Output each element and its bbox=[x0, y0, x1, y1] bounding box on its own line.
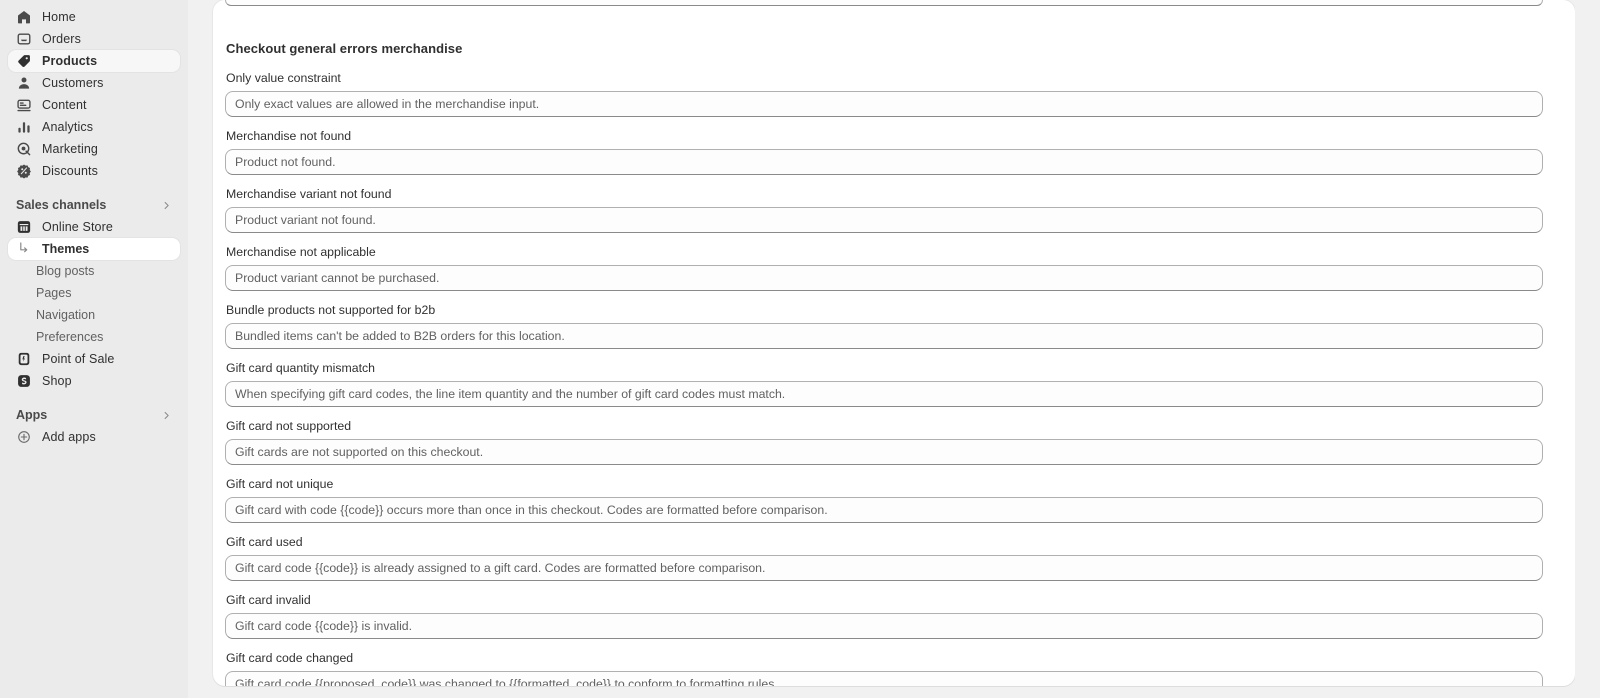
sidebar-item-online-store[interactable]: Online Store bbox=[8, 216, 180, 238]
discount-icon bbox=[16, 163, 32, 179]
merchandise-not-found-input[interactable]: Product not found. bbox=[225, 149, 1543, 175]
gift-card-used-input[interactable]: Gift card code {{code}} is already assig… bbox=[225, 555, 1543, 581]
content-icon bbox=[16, 97, 32, 113]
branch-arrow-icon bbox=[16, 241, 32, 257]
field-gift-card-code-changed: Gift card code changed Gift card code {{… bbox=[225, 650, 1563, 686]
sidebar-item-orders[interactable]: Orders bbox=[8, 28, 180, 50]
right-gutter bbox=[1575, 0, 1600, 698]
gift-card-not-unique-input[interactable]: Gift card with code {{code}} occurs more… bbox=[225, 497, 1543, 523]
sidebar-item-preferences[interactable]: Preferences bbox=[8, 326, 180, 348]
sidebar-section-label: Apps bbox=[16, 408, 48, 422]
field-bundle-products-not-supported-for-b2b: Bundle products not supported for b2b Bu… bbox=[225, 302, 1563, 349]
sidebar-item-content[interactable]: Content bbox=[8, 94, 180, 116]
sidebar-item-customers[interactable]: Customers bbox=[8, 72, 180, 94]
sidebar: Home Orders Products Customers Content A… bbox=[0, 0, 188, 698]
sidebar-section-label: Sales channels bbox=[16, 198, 107, 212]
field-only-value-constraint: Only value constraint Only exact values … bbox=[225, 70, 1563, 117]
field-gift-card-not-unique: Gift card not unique Gift card with code… bbox=[225, 476, 1563, 523]
merchandise-variant-not-found-input[interactable]: Product variant not found. bbox=[225, 207, 1543, 233]
field-gift-card-quantity-mismatch: Gift card quantity mismatch When specify… bbox=[225, 360, 1563, 407]
field-label: Gift card invalid bbox=[226, 593, 311, 607]
field-label: Merchandise variant not found bbox=[226, 187, 392, 201]
only-value-constraint-input[interactable]: Only exact values are allowed in the mer… bbox=[225, 91, 1543, 117]
sidebar-item-label: Blog posts bbox=[36, 264, 95, 278]
sidebar-item-themes[interactable]: Themes bbox=[8, 238, 180, 260]
sidebar-section-apps[interactable]: Apps bbox=[8, 404, 180, 426]
sidebar-item-label: Shop bbox=[42, 374, 72, 388]
shop-icon bbox=[16, 373, 32, 389]
sidebar-item-label: Point of Sale bbox=[42, 352, 115, 366]
field-label: Only value constraint bbox=[226, 71, 341, 85]
gift-card-invalid-input[interactable]: Gift card code {{code}} is invalid. bbox=[225, 613, 1543, 639]
merchandise-not-applicable-input[interactable]: Product variant cannot be purchased. bbox=[225, 265, 1543, 291]
field-label: Gift card not unique bbox=[226, 477, 334, 491]
sidebar-item-products[interactable]: Products bbox=[8, 50, 180, 72]
field-gift-card-invalid: Gift card invalid Gift card code {{code}… bbox=[225, 592, 1563, 639]
pos-icon bbox=[16, 351, 32, 367]
sidebar-item-label: Home bbox=[42, 10, 76, 24]
sidebar-item-label: Orders bbox=[42, 32, 81, 46]
field-gift-card-used: Gift card used Gift card code {{code}} i… bbox=[225, 534, 1563, 581]
sidebar-item-label: Customers bbox=[42, 76, 104, 90]
sidebar-item-label: Content bbox=[42, 98, 87, 112]
field-label: Gift card not supported bbox=[226, 419, 352, 433]
field-label: Bundle products not supported for b2b bbox=[226, 303, 436, 317]
sidebar-primary-nav: Home Orders Products Customers Content A… bbox=[8, 6, 180, 182]
bar-chart-icon bbox=[16, 119, 32, 135]
sidebar-item-label: Analytics bbox=[42, 120, 94, 134]
section-title: Checkout general errors merchandise bbox=[226, 41, 463, 56]
plus-circle-icon bbox=[16, 429, 32, 445]
field-label: Gift card quantity mismatch bbox=[226, 361, 375, 375]
home-icon bbox=[16, 9, 32, 25]
sidebar-item-add-apps[interactable]: Add apps bbox=[8, 426, 180, 448]
main-content-area: Checkout general errors merchandise Only… bbox=[188, 0, 1600, 698]
sidebar-item-label: Pages bbox=[36, 286, 72, 300]
field-merchandise-not-applicable: Merchandise not applicable Product varia… bbox=[225, 244, 1563, 291]
sidebar-item-navigation[interactable]: Navigation bbox=[8, 304, 180, 326]
gift-card-quantity-mismatch-input[interactable]: When specifying gift card codes, the lin… bbox=[225, 381, 1543, 407]
person-icon bbox=[16, 75, 32, 91]
sidebar-item-marketing[interactable]: Marketing bbox=[8, 138, 180, 160]
app-root: Home Orders Products Customers Content A… bbox=[0, 0, 1600, 698]
sidebar-item-label: Themes bbox=[42, 242, 90, 256]
field-merchandise-variant-not-found: Merchandise variant not found Product va… bbox=[225, 186, 1563, 233]
field-merchandise-not-found: Merchandise not found Product not found. bbox=[225, 128, 1563, 175]
settings-card: Checkout general errors merchandise Only… bbox=[213, 0, 1575, 686]
field-label: Gift card code changed bbox=[226, 651, 354, 665]
sidebar-item-label: Discounts bbox=[42, 164, 99, 178]
clipped-input-above[interactable] bbox=[225, 0, 1543, 6]
sidebar-item-analytics[interactable]: Analytics bbox=[8, 116, 180, 138]
field-label: Merchandise not found bbox=[226, 129, 352, 143]
bundle-products-not-supported-input[interactable]: Bundled items can't be added to B2B orde… bbox=[225, 323, 1543, 349]
sidebar-item-label: Preferences bbox=[36, 330, 104, 344]
sidebar-item-home[interactable]: Home bbox=[8, 6, 180, 28]
sidebar-item-discounts[interactable]: Discounts bbox=[8, 160, 180, 182]
sidebar-item-label: Add apps bbox=[42, 430, 96, 444]
store-icon bbox=[16, 219, 32, 235]
field-gift-card-not-supported: Gift card not supported Gift cards are n… bbox=[225, 418, 1563, 465]
chevron-right-icon bbox=[161, 200, 172, 211]
field-label: Merchandise not applicable bbox=[226, 245, 376, 259]
sidebar-item-label: Marketing bbox=[42, 142, 99, 156]
chevron-right-icon bbox=[161, 410, 172, 421]
gift-card-code-changed-input[interactable]: Gift card code {{proposed_code}} was cha… bbox=[225, 671, 1543, 686]
orders-icon bbox=[16, 31, 32, 47]
sidebar-item-point-of-sale[interactable]: Point of Sale bbox=[8, 348, 180, 370]
sidebar-item-shop[interactable]: Shop bbox=[8, 370, 180, 392]
tag-icon bbox=[16, 53, 32, 69]
sidebar-item-label: Navigation bbox=[36, 308, 96, 322]
settings-card-inner: Checkout general errors merchandise Only… bbox=[225, 0, 1563, 686]
target-icon bbox=[16, 141, 32, 157]
sidebar-item-label: Online Store bbox=[42, 220, 113, 234]
sidebar-section-sales-channels[interactable]: Sales channels bbox=[8, 194, 180, 216]
gift-card-not-supported-input[interactable]: Gift cards are not supported on this che… bbox=[225, 439, 1543, 465]
sidebar-item-pages[interactable]: Pages bbox=[8, 282, 180, 304]
sidebar-item-label: Products bbox=[42, 54, 98, 68]
field-label: Gift card used bbox=[226, 535, 303, 549]
sidebar-item-blog-posts[interactable]: Blog posts bbox=[8, 260, 180, 282]
